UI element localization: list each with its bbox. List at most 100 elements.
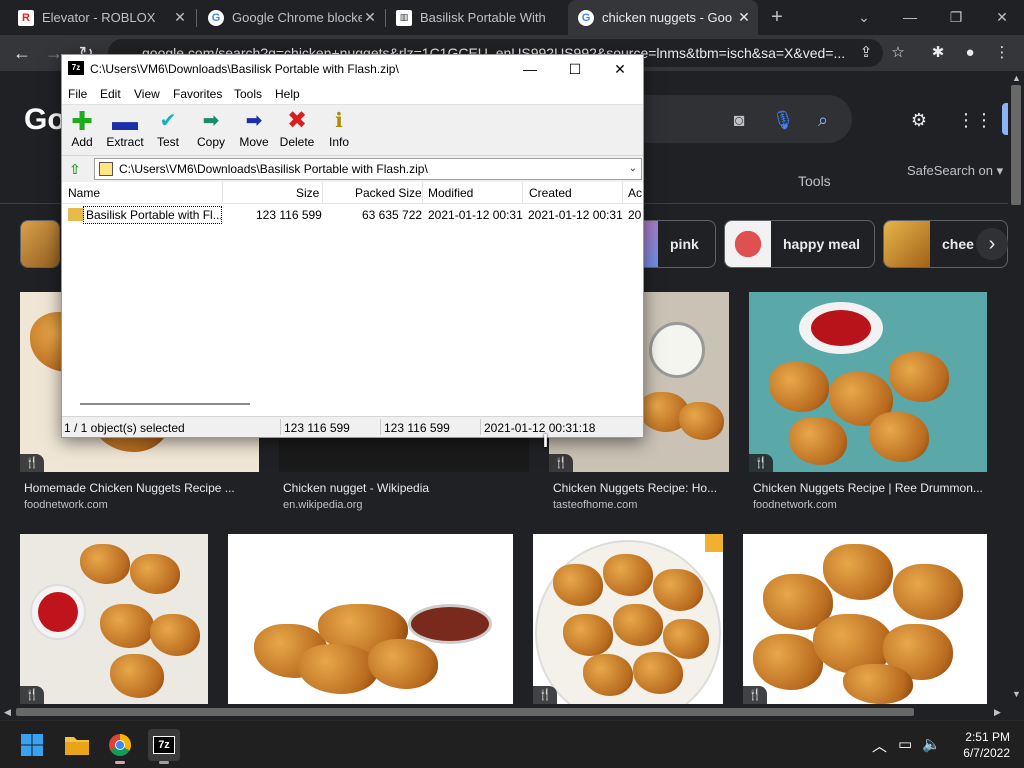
search-icon[interactable]: ⌕ xyxy=(811,108,835,132)
page-vertical-scrollbar[interactable]: ▲ ▼ xyxy=(1008,71,1024,704)
folder-up-icon[interactable]: ⇧ xyxy=(66,160,84,178)
result-source: foodnetwork.com xyxy=(753,499,837,511)
column-header-created[interactable]: Created xyxy=(529,186,572,200)
chips-next-arrow-icon[interactable]: › xyxy=(976,228,1008,260)
network-icon[interactable]: ▭ xyxy=(898,735,912,753)
result-image-wikipedia[interactable] xyxy=(279,437,529,472)
camera-icon[interactable]: ◙ xyxy=(727,108,751,132)
tab-close-icon[interactable]: ✕ xyxy=(736,9,752,25)
show-hidden-icons-chevron-icon[interactable]: ︿ xyxy=(872,735,887,756)
tab-close-icon[interactable]: ✕ xyxy=(172,9,188,25)
menu-file[interactable]: File xyxy=(68,87,87,101)
delete-button[interactable]: ✖ Delete xyxy=(275,107,319,155)
tab-chicken-nuggets[interactable]: G chicken nuggets - Goo ✕ xyxy=(568,0,758,35)
column-header-accessed[interactable]: Ac xyxy=(628,186,642,200)
profile-avatar-icon[interactable]: ● xyxy=(960,43,980,63)
tab-roblox[interactable]: R Elevator - ROBLOX ✕ xyxy=(8,0,194,35)
file-explorer-button[interactable] xyxy=(61,729,93,761)
result-image-row2-4[interactable]: 🍴 xyxy=(743,534,987,704)
menu-edit[interactable]: Edit xyxy=(100,87,121,101)
clock-time: 2:51 PM xyxy=(965,730,1010,744)
menu-tools[interactable]: Tools xyxy=(234,87,262,101)
scrollbar-thumb[interactable] xyxy=(16,708,914,716)
file-list-horizontal-scrollbar[interactable] xyxy=(62,395,643,412)
file-size: 123 116 599 xyxy=(256,208,322,222)
result-image-row2-1[interactable]: 🍴 xyxy=(20,534,208,704)
copy-button[interactable]: ➡ Copy xyxy=(189,107,233,155)
test-button[interactable]: ✔ Test xyxy=(146,107,190,155)
result-source: en.wikipedia.org xyxy=(283,499,363,511)
microphone-icon[interactable]: 🎙 xyxy=(771,108,795,132)
result-caption[interactable]: Chicken Nuggets Recipe: Ho... xyxy=(553,481,723,495)
tab-close-icon[interactable]: ✕ xyxy=(362,9,378,25)
sevenzip-taskbar-button[interactable]: 7z xyxy=(148,729,180,764)
volume-icon[interactable]: 🔈 xyxy=(922,735,941,753)
maximize-icon[interactable]: ☐ xyxy=(552,55,598,84)
file-accessed: 20 xyxy=(628,208,642,222)
scrollbar-thumb[interactable] xyxy=(80,403,250,405)
table-row[interactable]: Basilisk Portable with Fl... 123 116 599… xyxy=(62,205,643,225)
chrome-menu-icon[interactable]: ⋮ xyxy=(992,43,1012,63)
info-label: Info xyxy=(328,135,349,149)
scrollbar-thumb[interactable] xyxy=(1011,85,1021,205)
minimize-icon[interactable]: — xyxy=(898,5,922,29)
close-icon[interactable]: ✕ xyxy=(990,5,1014,29)
tab-chrome-blocked[interactable]: G Google Chrome blocked ✕ xyxy=(198,0,384,35)
result-image-row2-3[interactable]: 🍴 xyxy=(533,534,723,704)
new-tab-button[interactable]: + xyxy=(767,7,787,27)
result-caption[interactable]: Chicken Nuggets Recipe | Ree Drummon... xyxy=(753,481,985,495)
settings-gear-icon[interactable]: ⚙ xyxy=(907,108,931,132)
chrome-icon xyxy=(109,734,131,756)
apps-grid-icon[interactable]: ⋮⋮ xyxy=(957,108,993,132)
column-header-size[interactable]: Size xyxy=(296,186,319,200)
chrome-taskbar-button[interactable] xyxy=(104,729,136,764)
start-button[interactable] xyxy=(16,729,48,761)
column-header-name[interactable]: Name xyxy=(68,186,100,200)
scroll-left-arrow-icon[interactable]: ◀ xyxy=(4,707,11,718)
menu-favorites[interactable]: Favorites xyxy=(173,87,222,101)
result-caption[interactable]: Homemade Chicken Nuggets Recipe ... xyxy=(24,481,244,495)
tools-button[interactable]: Tools xyxy=(798,173,831,189)
result-caption[interactable]: Chicken nugget - Wikipedia xyxy=(283,481,523,495)
delete-x-icon: ✖ xyxy=(286,107,308,134)
info-button[interactable]: ℹ Info xyxy=(317,107,361,155)
safesearch-toggle[interactable]: SafeSearch on ▾ xyxy=(907,163,1003,179)
close-icon[interactable]: ✕ xyxy=(597,55,643,84)
minimize-icon[interactable]: — xyxy=(507,55,553,84)
file-modified: 2021-01-12 00:31 xyxy=(428,208,523,222)
test-check-icon: ✔ xyxy=(159,110,177,132)
google-icon: G xyxy=(578,9,594,26)
tab-search-icon[interactable]: ⌄ xyxy=(852,5,876,29)
back-arrow-icon[interactable]: ← xyxy=(10,41,34,65)
chip-partial[interactable] xyxy=(20,220,60,268)
text-cursor-icon: I xyxy=(543,431,549,451)
scroll-right-arrow-icon[interactable]: ▶ xyxy=(994,707,1001,718)
chevron-down-icon[interactable]: ⌄ xyxy=(629,159,637,179)
share-icon[interactable]: ⇪ xyxy=(856,43,876,63)
sevenzip-window: 7z C:\Users\VM6\Downloads\Basilisk Porta… xyxy=(61,54,644,438)
column-header-modified[interactable]: Modified xyxy=(428,186,473,200)
menu-help[interactable]: Help xyxy=(275,87,300,101)
move-button[interactable]: ➡ Move xyxy=(232,107,276,155)
tab-title: Elevator - ROBLOX xyxy=(42,10,156,25)
result-image-row2-2[interactable] xyxy=(228,534,513,704)
window-title-bar[interactable]: 7z C:\Users\VM6\Downloads\Basilisk Porta… xyxy=(62,55,643,84)
scroll-down-arrow-icon[interactable]: ▼ xyxy=(1012,689,1021,699)
file-name: Basilisk Portable with Fl... xyxy=(83,206,222,224)
extensions-icon[interactable]: ✱ xyxy=(928,43,948,63)
chip-happy-meal[interactable]: happy meal xyxy=(724,220,875,268)
chip-label: happy meal xyxy=(783,236,861,252)
scroll-up-arrow-icon[interactable]: ▲ xyxy=(1012,73,1021,83)
menu-view[interactable]: View xyxy=(134,87,160,101)
archive-path-combobox[interactable]: C:\Users\VM6\Downloads\Basilisk Portable… xyxy=(94,158,642,180)
add-button[interactable]: ✚ Add xyxy=(60,107,104,155)
restore-icon[interactable]: ❐ xyxy=(944,5,968,29)
extract-button[interactable]: ▬ Extract xyxy=(103,107,147,155)
column-header-packed-size[interactable]: Packed Size xyxy=(355,186,422,200)
system-clock[interactable]: 2:51 PM 6/7/2022 xyxy=(950,729,1010,761)
bookmark-star-icon[interactable]: ☆ xyxy=(888,43,908,63)
tab-basilisk[interactable]: ▥ Basilisk Portable With F xyxy=(386,0,566,35)
result-image-reedrummond[interactable]: 🍴 xyxy=(749,292,987,472)
tab-title: Google Chrome blocked xyxy=(232,10,362,25)
page-horizontal-scrollbar[interactable]: ◀ ▶ xyxy=(0,704,1024,720)
